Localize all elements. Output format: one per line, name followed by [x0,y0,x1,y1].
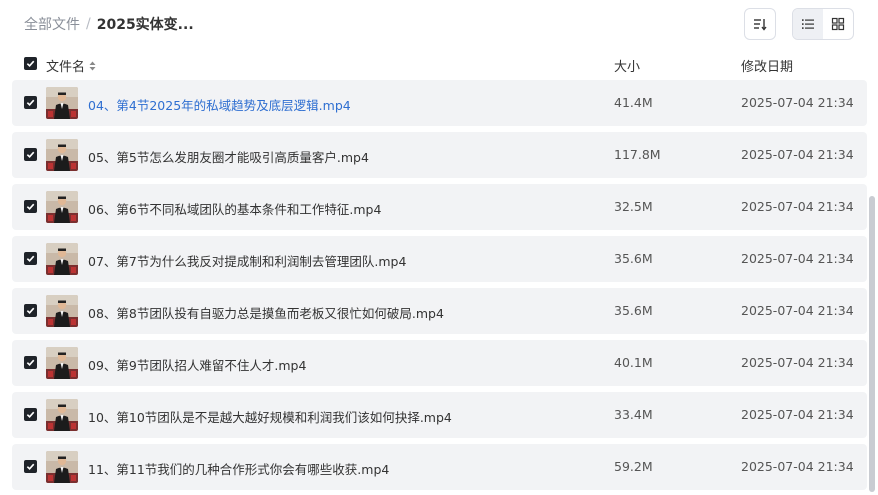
file-size: 117.8M [614,147,661,162]
breadcrumb-separator: / [86,16,91,32]
breadcrumb-root-link[interactable]: 全部文件 [24,14,80,34]
checkmark-icon [26,359,35,367]
file-row[interactable]: 05、第5节怎么发朋友圈才能吸引高质量客户.mp4 117.8M 2025-07… [12,132,867,178]
file-name[interactable]: 10、第10节团队是不是越大越好规模和利润我们该如何抉择.mp4 [88,407,452,426]
row-checkbox[interactable] [24,96,37,109]
checkmark-icon [26,99,35,107]
checkmark-icon [26,60,35,68]
top-bar: 全部文件 / 2025实体变... [0,0,878,48]
checkmark-icon [26,307,35,315]
breadcrumb: 全部文件 / 2025实体变... [24,14,194,34]
file-name[interactable]: 08、第8节团队投有自驱力总是摸鱼而老板又很忙如何破局.mp4 [88,303,444,322]
scrollbar-thumb[interactable] [869,196,875,492]
file-row[interactable]: 08、第8节团队投有自驱力总是摸鱼而老板又很忙如何破局.mp4 35.6M 20… [12,288,867,334]
file-row[interactable]: 09、第9节团队招人难留不住人才.mp4 40.1M 2025-07-04 21… [12,340,867,386]
table-header: 文件名 大小 修改日期 [0,48,878,80]
view-mode-toggle [792,8,854,40]
file-modified-date: 2025-07-04 21:34 [741,147,854,162]
file-size: 41.4M [614,95,653,110]
file-row[interactable]: 04、第4节2025年的私域趋势及底层逻辑.mp4 41.4M 2025-07-… [12,80,867,126]
breadcrumb-current: 2025实体变... [96,17,194,33]
file-row[interactable]: 11、第11节我们的几种合作形式你会有哪些收获.mp4 59.2M 2025-0… [12,444,867,490]
file-row[interactable]: 06、第6节不同私域团队的基本条件和工作特征.mp4 32.5M 2025-07… [12,184,867,230]
row-checkbox[interactable] [24,200,37,213]
sort-order-icon [754,19,767,31]
grid-view-button[interactable] [823,9,853,39]
file-size: 35.6M [614,251,653,266]
grid-view-icon [831,17,845,31]
list-view-button[interactable] [793,9,823,39]
video-thumbnail [46,347,78,379]
name-column-label: 文件名 [46,60,86,75]
file-size: 32.5M [614,199,653,214]
video-thumbnail [46,191,78,223]
checkmark-icon [26,255,35,263]
row-checkbox[interactable] [24,148,37,161]
file-modified-date: 2025-07-04 21:34 [741,251,854,266]
file-browser: 全部文件 / 2025实体变... 文件名 大小 修改日期 04、第4节2025… [0,0,878,495]
checkmark-icon [26,463,35,471]
file-size: 59.2M [614,459,653,474]
name-column-header[interactable]: 文件名 [46,56,96,75]
row-checkbox[interactable] [24,304,37,317]
file-row[interactable]: 10、第10节团队是不是越大越好规模和利润我们该如何抉择.mp4 33.4M 2… [12,392,867,438]
file-name[interactable]: 09、第9节团队招人难留不住人才.mp4 [88,355,306,374]
file-modified-date: 2025-07-04 21:34 [741,199,854,214]
file-modified-date: 2025-07-04 21:34 [741,459,854,474]
video-thumbnail [46,399,78,431]
file-size: 35.6M [614,303,653,318]
file-name[interactable]: 05、第5节怎么发朋友圈才能吸引高质量客户.mp4 [88,147,369,166]
video-thumbnail [46,243,78,275]
file-name[interactable]: 06、第6节不同私域团队的基本条件和工作特征.mp4 [88,199,381,218]
video-thumbnail [46,139,78,171]
sort-arrows-icon [89,61,96,71]
file-modified-date: 2025-07-04 21:34 [741,355,854,370]
row-checkbox[interactable] [24,460,37,473]
file-modified-date: 2025-07-04 21:34 [741,407,854,422]
file-row[interactable]: 07、第7节为什么我反对提成制和利润制去管理团队.mp4 35.6M 2025-… [12,236,867,282]
select-all-checkbox[interactable] [24,57,37,70]
video-thumbnail [46,295,78,327]
file-size: 40.1M [614,355,653,370]
file-size: 33.4M [614,407,653,422]
checkmark-icon [26,411,35,419]
video-thumbnail [46,87,78,119]
date-column-header[interactable]: 修改日期 [741,56,793,75]
checkmark-icon [26,203,35,211]
video-thumbnail [46,451,78,483]
file-name[interactable]: 04、第4节2025年的私域趋势及底层逻辑.mp4 [88,95,351,114]
row-checkbox[interactable] [24,408,37,421]
size-column-header[interactable]: 大小 [614,56,640,75]
file-name[interactable]: 07、第7节为什么我反对提成制和利润制去管理团队.mp4 [88,251,406,270]
file-modified-date: 2025-07-04 21:34 [741,95,854,110]
file-name[interactable]: 11、第11节我们的几种合作形式你会有哪些收获.mp4 [88,459,389,478]
file-modified-date: 2025-07-04 21:34 [741,303,854,318]
checkmark-icon [26,151,35,159]
row-checkbox[interactable] [24,252,37,265]
row-checkbox[interactable] [24,356,37,369]
sort-button[interactable] [744,8,776,40]
list-view-icon [802,19,814,29]
